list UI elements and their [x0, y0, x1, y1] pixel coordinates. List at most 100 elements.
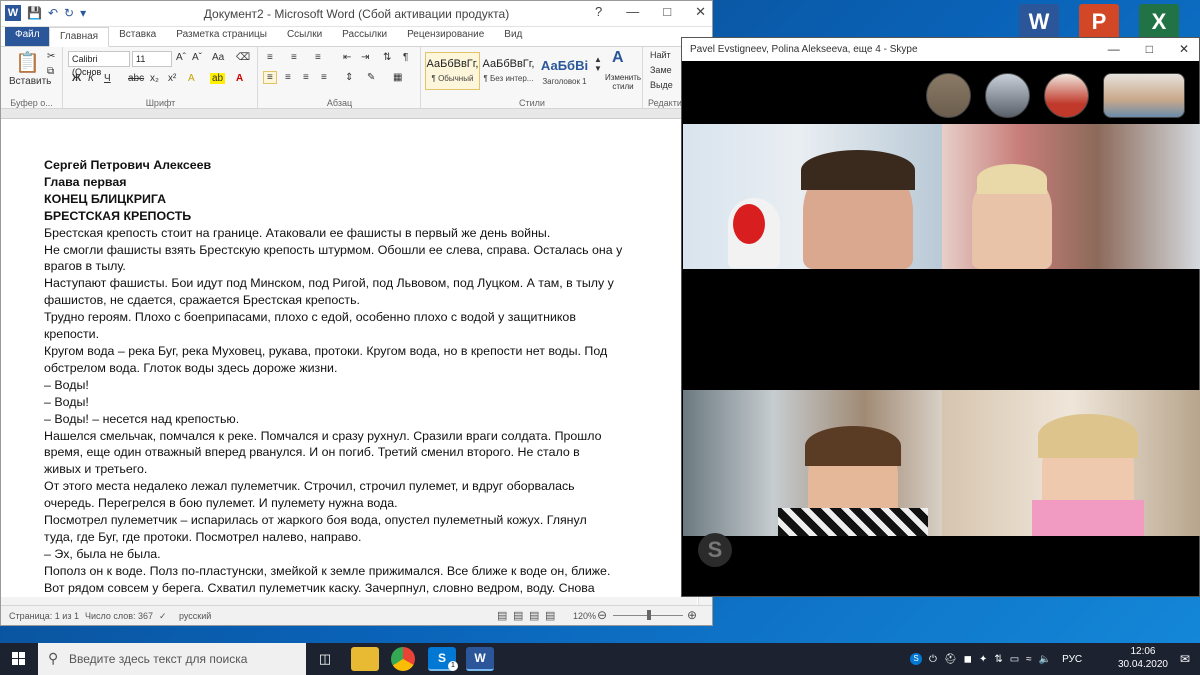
battery-icon[interactable]: ▭ [1010, 654, 1019, 665]
tray-app-icon[interactable]: ◼ [964, 654, 972, 665]
tab-insert[interactable]: Вставка [109, 26, 166, 46]
document-area[interactable]: Сергей Петрович Алексеев Глава первая КОНЕ… [1, 120, 712, 606]
multilevel-list-icon[interactable]: ≡ [315, 52, 321, 63]
show-marks-icon[interactable]: ¶ [403, 52, 408, 63]
tab-review[interactable]: Рецензирование [397, 26, 494, 46]
tab-page-layout[interactable]: Разметка страницы [166, 26, 277, 46]
print-layout-icon[interactable]: ▤ [497, 609, 507, 622]
document-heading-line[interactable]: БРЕСТСКАЯ КРЕПОСТЬ [44, 208, 644, 225]
participant-avatar[interactable] [985, 73, 1030, 118]
spellcheck-icon[interactable]: ✓ [159, 611, 167, 622]
close-button[interactable]: ✕ [695, 4, 706, 20]
shading-icon[interactable]: ✎ [367, 72, 375, 83]
underline-icon[interactable]: Ч [104, 73, 111, 84]
start-button[interactable] [0, 643, 38, 675]
replace-button[interactable]: Заме [650, 65, 672, 75]
document-line[interactable]: обстрелом вода. Глоток воды здесь дороже… [44, 360, 644, 377]
participant-avatar[interactable] [1103, 73, 1185, 118]
zoom-slider-thumb[interactable] [647, 610, 651, 620]
numbering-icon[interactable]: ≡ [291, 52, 297, 63]
strikethrough-icon[interactable]: abc [128, 73, 144, 84]
paste-button[interactable]: Вставить [9, 76, 51, 87]
video-tile[interactable] [942, 124, 1200, 269]
bold-icon[interactable]: Ж [72, 73, 81, 84]
align-left-icon[interactable]: ≡ [263, 71, 277, 84]
document-line[interactable]: Посмотрел пулеметчик – испарилась от жар… [44, 512, 644, 529]
usb-icon[interactable]: ⏻ [929, 654, 937, 665]
input-language[interactable]: РУС [1062, 654, 1082, 665]
styles-scroll-icon[interactable]: ▲ ▼ [594, 55, 602, 73]
wifi-icon[interactable]: ≈ [1026, 654, 1032, 665]
change-styles-button[interactable]: Изменить стили [604, 73, 642, 91]
powerpoint-desktop-icon[interactable]: P [1079, 4, 1119, 40]
document-line[interactable]: крепости. [44, 326, 644, 343]
style-normal[interactable]: АаБбВвГг, ¶ Обычный [425, 52, 480, 90]
subscript-icon[interactable]: x₂ [150, 73, 159, 84]
document-line[interactable]: Трудно героям. Плохо с боеприпасами, пло… [44, 309, 644, 326]
excel-desktop-icon[interactable]: X [1139, 4, 1179, 40]
zoom-level[interactable]: 120% [573, 611, 596, 621]
decrease-indent-icon[interactable]: ⇤ [343, 52, 351, 63]
clock[interactable]: 12:06 30.04.2020 [1118, 645, 1168, 671]
superscript-icon[interactable]: x² [168, 73, 176, 84]
document-line[interactable]: фашистов, не сдается, сражается Брестска… [44, 292, 644, 309]
bluetooth-icon[interactable]: ✦ [979, 654, 987, 665]
maximize-button[interactable]: □ [1146, 42, 1153, 56]
style-heading-1[interactable]: АаБбВі Заголовок 1 [537, 52, 592, 90]
document-line[interactable]: Пополз он к воде. Полз по-пластунски, зм… [44, 563, 644, 580]
cut-icon[interactable]: ✂ [47, 51, 55, 62]
change-styles-icon[interactable]: A [612, 49, 624, 67]
network-icon[interactable]: ⇅ [994, 654, 1002, 665]
taskbar-search[interactable]: ⚲ Введите здесь текст для поиска [38, 643, 306, 675]
document-line[interactable]: Кругом вода – река Буг, река Муховец, ру… [44, 343, 644, 360]
chrome-icon[interactable] [391, 647, 415, 671]
notifications-icon[interactable]: ✉ [1180, 652, 1190, 666]
language-status[interactable]: русский [179, 611, 211, 621]
justify-icon[interactable]: ≡ [321, 72, 327, 83]
document-line[interactable]: – Воды! – несется над крепостью. [44, 411, 644, 428]
web-layout-icon[interactable]: ▤ [529, 609, 539, 622]
video-tile[interactable] [942, 390, 1200, 536]
task-view-icon[interactable]: ◫ [311, 647, 339, 671]
document-line[interactable]: врагов в тылу. [44, 258, 644, 275]
participant-avatar[interactable] [926, 73, 971, 118]
align-right-icon[interactable]: ≡ [303, 72, 309, 83]
tab-references[interactable]: Ссылки [277, 26, 332, 46]
document-line[interactable]: – Воды! [44, 377, 644, 394]
document-line[interactable]: живых и третьего. [44, 461, 644, 478]
word-desktop-icon[interactable]: W [1019, 4, 1059, 40]
bullets-icon[interactable]: ≡ [267, 52, 273, 63]
document-heading-line[interactable]: КОНЕЦ БЛИЦКРИГА [44, 191, 644, 208]
document-line[interactable]: От этого места недалеко лежал пулеметчик… [44, 478, 644, 495]
clear-format-icon[interactable]: ⌫ [236, 52, 250, 63]
shrink-font-icon[interactable]: Aˇ [192, 52, 202, 63]
document-line[interactable]: туда, где Буг, где протоки. Посмотрел на… [44, 529, 644, 546]
document-line[interactable]: время, еще один отважный вперед рванулся… [44, 444, 644, 461]
zoom-in-icon[interactable]: ⊕ [687, 608, 697, 622]
close-button[interactable]: ✕ [1179, 42, 1189, 56]
increase-indent-icon[interactable]: ⇥ [361, 52, 369, 63]
italic-icon[interactable]: К [88, 73, 94, 84]
sort-icon[interactable]: ⇅ [383, 52, 391, 63]
paste-icon[interactable]: 📋 [15, 50, 40, 75]
font-color-icon[interactable]: A [236, 73, 243, 84]
tab-mailings[interactable]: Рассылки [332, 26, 397, 46]
align-center-icon[interactable]: ≡ [285, 72, 291, 83]
reading-view-icon[interactable]: ▤ [513, 609, 523, 622]
file-explorer-icon[interactable] [351, 647, 379, 671]
document-heading-line[interactable]: Глава первая [44, 174, 644, 191]
participant-avatar[interactable] [1044, 73, 1089, 118]
borders-icon[interactable]: ▦ [393, 72, 402, 83]
help-icon[interactable]: ? [595, 4, 602, 20]
find-button[interactable]: Найт [650, 50, 671, 60]
video-tile[interactable] [683, 124, 942, 269]
document-heading-line[interactable]: Сергей Петрович Алексеев [44, 157, 644, 174]
document-text[interactable]: Сергей Петрович Алексеев Глава первая КОНЕ… [44, 157, 644, 597]
document-line[interactable]: Наступают фашисты. Бои идут под Минском,… [44, 275, 644, 292]
tab-home[interactable]: Главная [49, 27, 110, 47]
document-line[interactable]: – Эх, была не была. [44, 546, 644, 563]
change-case-icon[interactable]: Aa [212, 52, 224, 63]
volume-icon[interactable]: 🔈 [1039, 654, 1051, 665]
grow-font-icon[interactable]: Aˆ [176, 52, 186, 63]
antivirus-icon[interactable]: ⛑ [944, 654, 957, 665]
